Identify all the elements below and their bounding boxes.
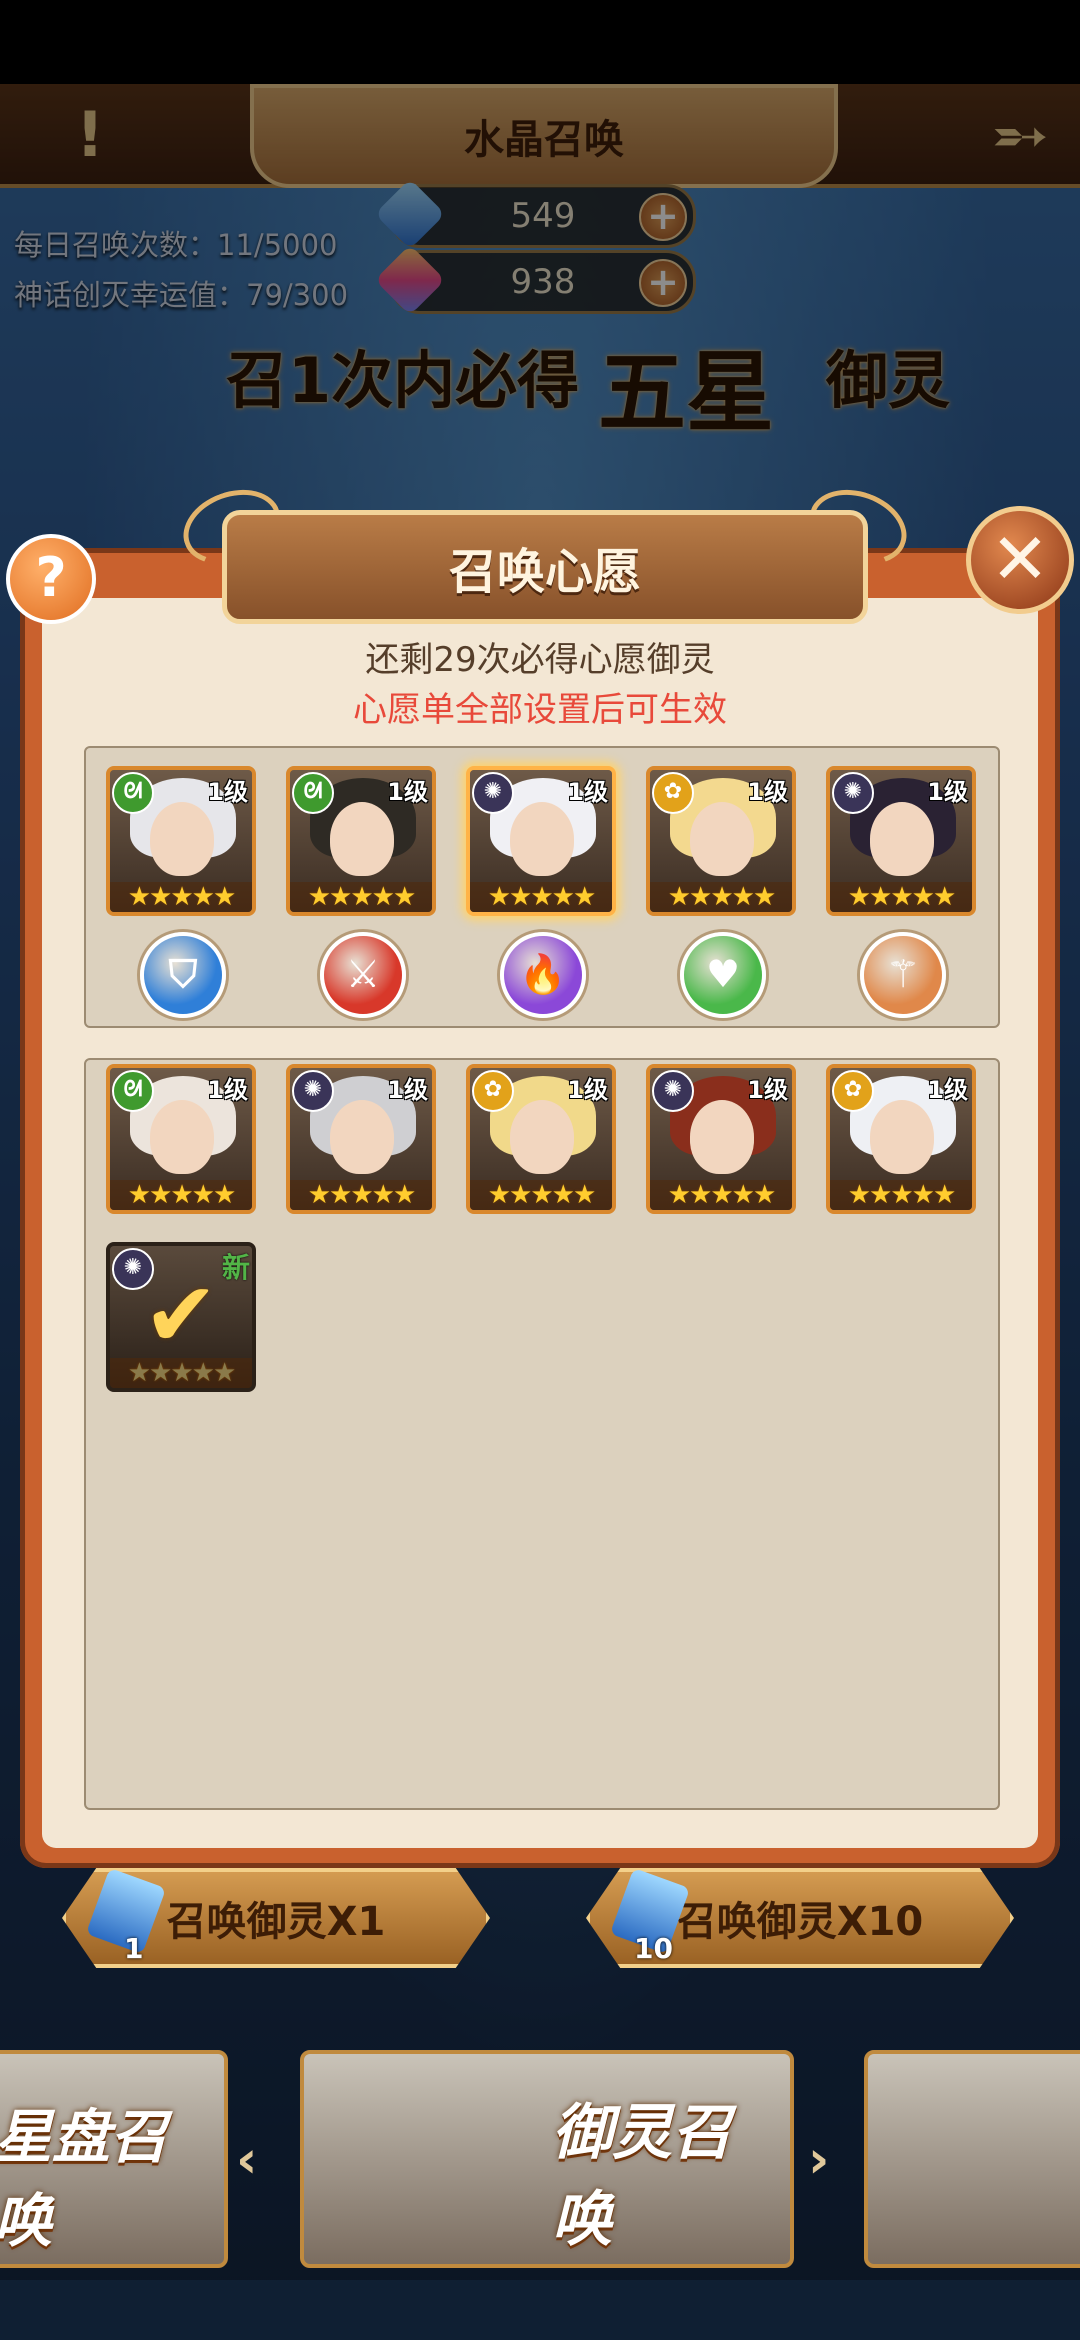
element-icon: ᘛ (292, 772, 334, 814)
carousel-label: 星盘召唤 (0, 2103, 169, 2255)
star-rating: ★★★★★ (830, 1180, 972, 1210)
carousel-label: 御灵召唤 (552, 2098, 732, 2255)
level-label: 1级 (387, 1076, 428, 1104)
character-face (690, 1100, 754, 1174)
level-label: 1级 (927, 1076, 968, 1104)
star-rating: ★★★★★ (290, 1180, 432, 1210)
element-icon: ✿ (652, 772, 694, 814)
wish-hint-text: 心愿单全部设置后可生效 (353, 690, 727, 730)
character-face (870, 1100, 934, 1174)
star-rating: ★★★★★ (650, 1180, 792, 1210)
element-icon: ✿ (472, 1070, 514, 1112)
element-icon: ✺ (292, 1070, 334, 1112)
wish_list-card[interactable]: ᘛ 1级 ★★★★★ (106, 766, 256, 916)
level-label: 1级 (207, 778, 248, 806)
dialog-title: 召唤心愿 (222, 510, 868, 624)
support-class-icon: ⚚ (860, 932, 946, 1018)
level-label: 1级 (207, 1076, 248, 1104)
healer-class-icon: ♥ (680, 932, 766, 1018)
mage-class-icon: 🔥 (500, 932, 586, 1018)
element-icon: ✺ (832, 772, 874, 814)
summon-x1-cost: 1 (124, 1932, 144, 1965)
wish_list-card[interactable]: ✿ 1级 ★★★★★ (646, 766, 796, 916)
character-face (150, 802, 214, 876)
character-face (690, 802, 754, 876)
level-label: 1级 (567, 1076, 608, 1104)
character-face (510, 1100, 574, 1174)
character-face (870, 802, 934, 876)
roster-card[interactable]: ᘛ 1级 ★★★★★ (106, 1064, 256, 1214)
level-label: 1级 (567, 778, 608, 806)
element-icon: ✺ (472, 772, 514, 814)
carousel-next-summon[interactable] (864, 2050, 1080, 2268)
star-rating: ★★★★★ (110, 882, 252, 912)
character-face (330, 802, 394, 876)
level-label: 1级 (927, 778, 968, 806)
star-rating: ★★★★★ (470, 1180, 612, 1210)
bottom-strip (0, 2280, 1080, 2340)
defender-class-icon: ⛉ (140, 932, 226, 1018)
character-face (150, 1100, 214, 1174)
level-label: 1级 (747, 1076, 788, 1104)
summon-x10-cost: 10 (634, 1932, 673, 1965)
roster-card[interactable]: ✿ 1级 ★★★★★ (826, 1064, 976, 1214)
wish_list-card[interactable]: ᘛ 1级 ★★★★★ (286, 766, 436, 916)
element-icon: ᘛ (112, 1070, 154, 1112)
character-face (510, 802, 574, 876)
character-face (330, 1100, 394, 1174)
wish_list-card[interactable]: ✺ 1级 ★★★★★ (826, 766, 976, 916)
roster-card[interactable]: ✿ 1级 ★★★★★ (466, 1064, 616, 1214)
carousel-next-icon[interactable]: › (808, 2130, 829, 2190)
close-button[interactable]: ✕ (966, 506, 1074, 614)
element-icon: ᘛ (112, 772, 154, 814)
star-rating: ★★★★★ (470, 882, 612, 912)
wish_list-card[interactable]: ✺ 1级 ★★★★★ (466, 766, 616, 916)
roster-card[interactable]: ✺ 1级 ★★★★★ (286, 1064, 436, 1214)
carousel-star-summon[interactable]: 星盘召唤 (0, 2050, 228, 2268)
star-rating: ★★★★★ (650, 882, 792, 912)
roster-card-selected[interactable]: ✺ 新 ✔ ★★★★★ (106, 1242, 256, 1392)
star-rating: ★★★★★ (290, 882, 432, 912)
roster-card[interactable]: ✺ 1级 ★★★★★ (646, 1064, 796, 1214)
element-icon: ✿ (832, 1070, 874, 1112)
star-rating: ★★★★★ (830, 882, 972, 912)
carousel-prev-icon[interactable]: ‹ (236, 2130, 257, 2190)
star-rating: ★★★★★ (110, 1180, 252, 1210)
level-label: 1级 (387, 778, 428, 806)
carousel-spirit-summon[interactable]: 御灵召唤 (300, 2050, 794, 2268)
element-icon: ✺ (652, 1070, 694, 1112)
status-bar (0, 0, 1080, 84)
warrior-class-icon: ⚔ (320, 932, 406, 1018)
level-label: 1级 (747, 778, 788, 806)
remaining-count-text: 还剩29次必得心愿御灵 (365, 640, 715, 680)
star-rating: ★★★★★ (110, 1358, 252, 1388)
help-button[interactable]: ? (6, 534, 96, 624)
